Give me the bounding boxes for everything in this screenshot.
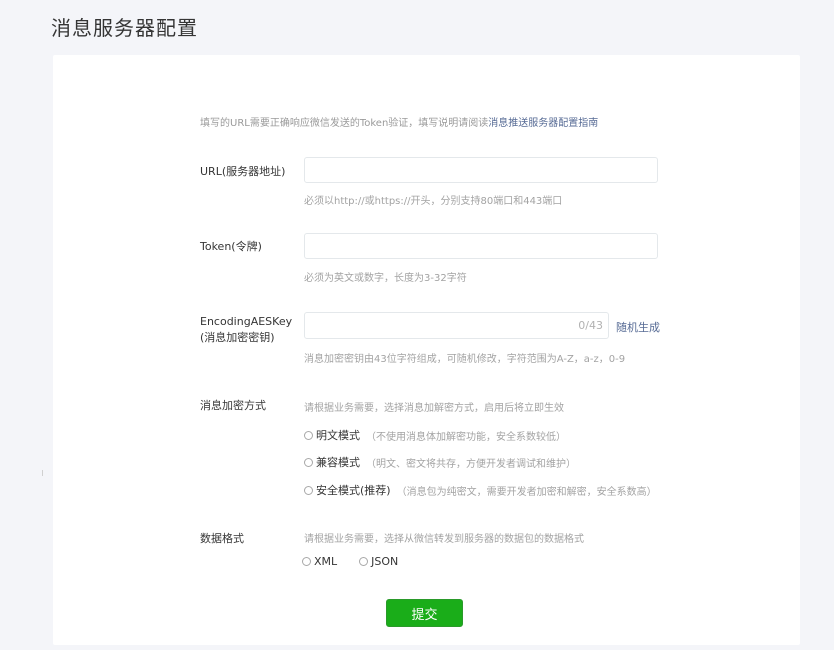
aes-label: EncodingAESKey (消息加密密钥) [200,314,292,346]
option-label: 安全模式(推荐) [316,484,391,497]
token-input[interactable] [304,233,658,259]
encryption-option-plaintext[interactable]: 明文模式 （不使用消息体加解密功能，安全系数较低） [304,427,566,443]
radio-circle-icon[interactable] [304,430,313,440]
data-format-options: XML JSON [302,555,420,568]
url-input[interactable] [304,157,658,183]
radio-circle-icon[interactable] [304,485,313,495]
random-generate-link[interactable]: 随机生成 [616,319,660,335]
aes-key-input[interactable]: 0/43 [304,312,609,339]
token-help: 必须为英文或数字，长度为3-32字符 [304,273,467,284]
aes-label-line2: (消息加密密钥) [200,331,275,344]
option-desc: （不使用消息体加解密功能，安全系数较低） [366,431,566,443]
radio-circle-icon[interactable] [302,557,311,566]
option-label: 明文模式 [316,429,360,442]
url-label: URL(服务器地址) [200,165,286,178]
option-desc: （消息包为纯密文，需要开发者加密和解密，安全系数高） [396,486,657,498]
data-format-label: 数据格式 [200,532,244,545]
token-label: Token(令牌) [200,240,262,253]
guide-link[interactable]: 消息推送服务器配置指南 [488,118,598,129]
submit-button[interactable]: 提交 [386,599,463,627]
option-label: 兼容模式 [316,456,360,469]
intro-description: 填写的URL需要正确响应微信发送的Token验证，填写说明请阅读 [200,118,489,129]
encryption-option-compatible[interactable]: 兼容模式 （明文、密文将共存，方便开发者调试和维护） [304,454,576,470]
option-label: XML [314,555,338,568]
page-title: 消息服务器配置 [51,16,198,40]
encryption-option-secure[interactable]: 安全模式(推荐) （消息包为纯密文，需要开发者加密和解密，安全系数高） [304,482,657,498]
format-option-json[interactable]: JSON [359,555,398,568]
encryption-help: 请根据业务需要，选择消息加解密方式，启用后将立即生效 [304,403,564,414]
intro-text: 填写的URL需要正确响应微信发送的Token验证，填写说明请阅读消息推送服务器配… [200,114,598,129]
encryption-label: 消息加密方式 [200,399,266,412]
config-card: 填写的URL需要正确响应微信发送的Token验证，填写说明请阅读消息推送服务器配… [53,55,800,645]
url-help: 必须以http://或https://开头，分别支持80端口和443端口 [304,196,563,207]
aes-counter: 0/43 [578,319,603,332]
radio-circle-icon[interactable] [359,557,369,566]
format-option-xml[interactable]: XML [302,555,337,568]
data-format-help: 请根据业务需要，选择从微信转发到服务器的数据包的数据格式 [304,534,584,545]
radio-circle-icon[interactable] [304,457,313,467]
option-desc: （明文、密文将共存，方便开发者调试和维护） [366,458,576,470]
aes-label-line1: EncodingAESKey [200,315,293,328]
aes-help: 消息加密密钥由43位字符组成，可随机修改，字符范围为A-Z，a-z，0-9 [304,354,626,365]
option-label: JSON [371,555,399,568]
divider-mark [42,470,43,476]
